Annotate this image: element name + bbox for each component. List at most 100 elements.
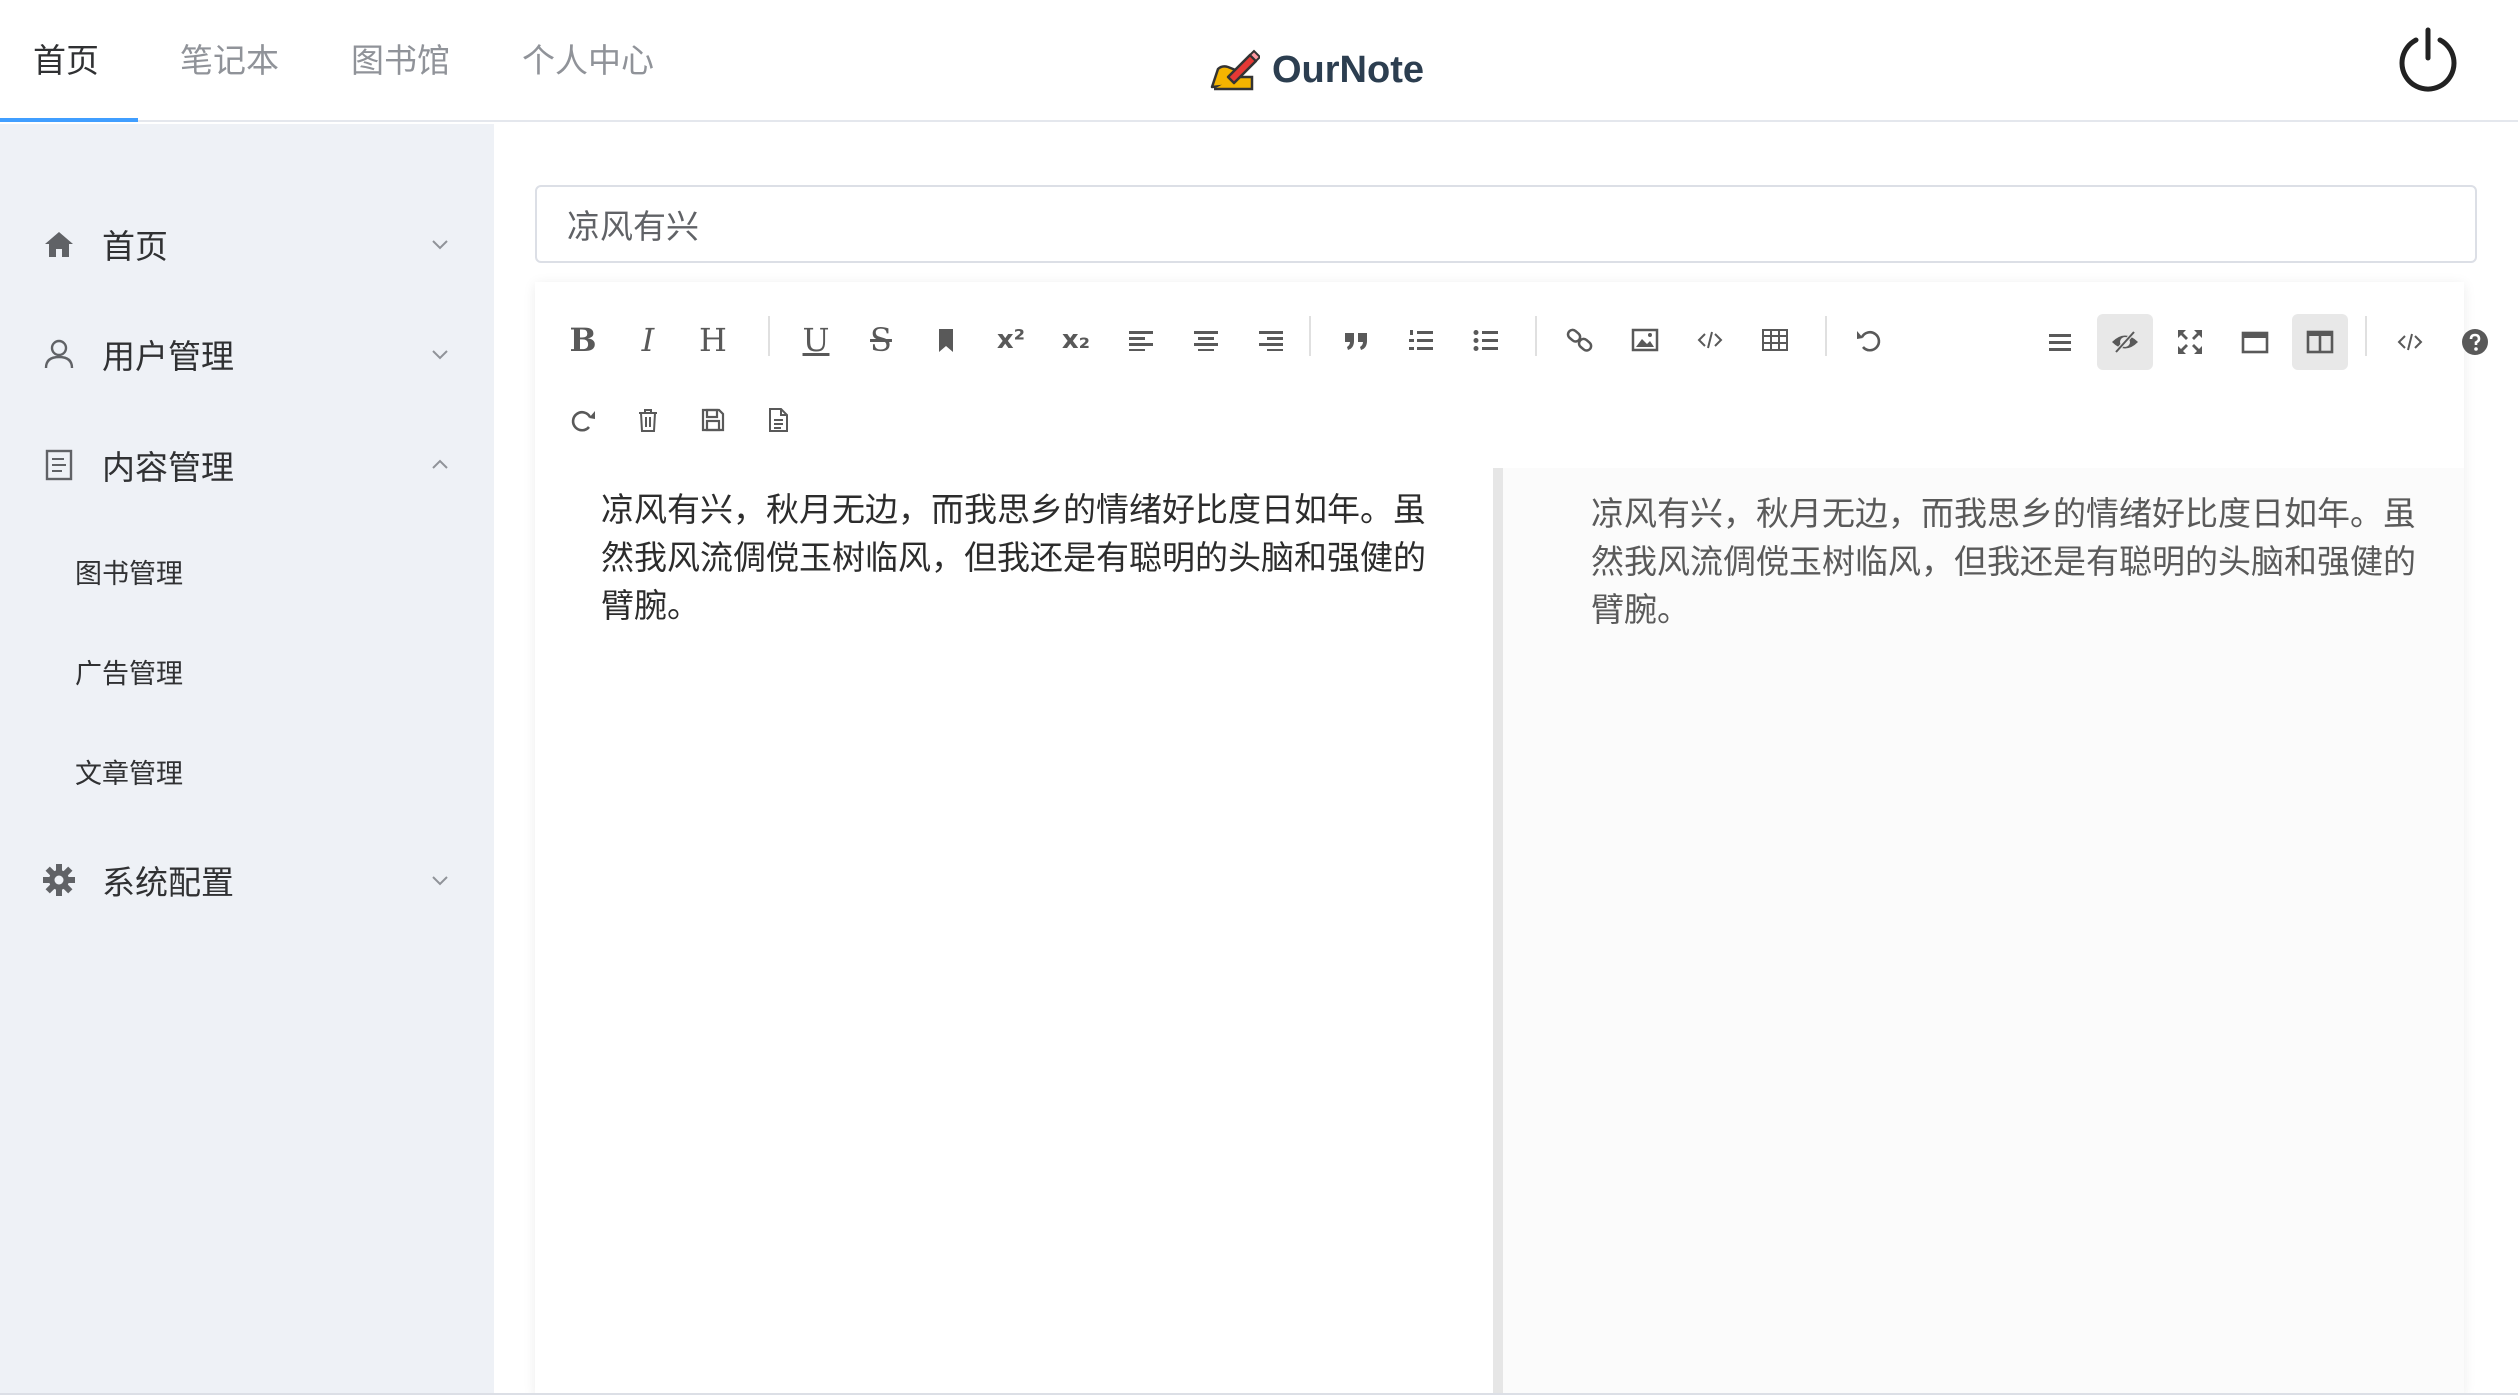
code-button[interactable] bbox=[1682, 312, 1738, 368]
html-code-button[interactable] bbox=[2382, 314, 2438, 370]
menu-icon bbox=[2049, 334, 2071, 351]
gear-icon bbox=[43, 864, 75, 896]
save-button[interactable] bbox=[685, 392, 741, 448]
sidebar-item-users[interactable]: 用户管理 bbox=[0, 304, 494, 404]
strikethrough-icon: S bbox=[870, 321, 892, 359]
sidebar-item-label: 系统配置 bbox=[102, 863, 234, 902]
image-icon bbox=[1631, 328, 1659, 352]
window-icon bbox=[2241, 331, 2269, 354]
power-button[interactable] bbox=[2392, 24, 2464, 96]
sidebar-item-content[interactable]: 内容管理 bbox=[0, 415, 494, 515]
home-icon bbox=[45, 232, 73, 257]
subscript-button[interactable]: x₂ bbox=[1048, 312, 1104, 368]
trash-icon bbox=[639, 409, 657, 432]
markdown-editor: B I H U S x² x₂ 凉风有兴，秋月无边，而我思乡的情绪好比度日如年。… bbox=[535, 282, 2488, 1395]
file-icon bbox=[769, 408, 788, 432]
sidebar-item-label: 首页 bbox=[102, 227, 168, 266]
sidebar-subitem-label: 广告管理 bbox=[75, 658, 183, 690]
top-header: 首页 笔记本 图书馆 个人中心 OurNote bbox=[0, 0, 2518, 122]
toolbar-divider bbox=[1535, 316, 1537, 356]
document-icon bbox=[45, 449, 73, 481]
note-pen-icon bbox=[1210, 49, 1260, 91]
superscript-button[interactable]: x² bbox=[983, 312, 1039, 368]
pane-divider[interactable] bbox=[1493, 468, 1503, 1395]
header-icon: H bbox=[699, 321, 727, 359]
mark-button[interactable] bbox=[918, 312, 974, 368]
chevron-down-icon bbox=[432, 240, 448, 250]
link-icon bbox=[1566, 328, 1593, 352]
toolbar-divider bbox=[1825, 316, 1827, 356]
window-button[interactable] bbox=[2227, 314, 2283, 370]
italic-button[interactable]: I bbox=[620, 312, 676, 368]
toolbar-divider bbox=[768, 316, 770, 356]
quote-icon bbox=[1345, 333, 1367, 350]
redo-icon bbox=[571, 410, 595, 432]
tab-notebook[interactable]: 笔记本 bbox=[138, 0, 315, 120]
table-icon bbox=[1762, 329, 1788, 351]
sidebar-item-label: 用户管理 bbox=[102, 337, 234, 376]
align-center-button[interactable] bbox=[1178, 312, 1234, 368]
split-view-button[interactable] bbox=[2292, 314, 2348, 370]
sidebar-subitem-label: 图书管理 bbox=[75, 558, 183, 590]
align-left-icon bbox=[1129, 331, 1153, 351]
code-icon bbox=[2397, 333, 2423, 351]
underline-icon: U bbox=[802, 321, 830, 359]
top-nav: 首页 笔记本 图书馆 个人中心 bbox=[0, 0, 690, 122]
brand-logo: OurNote bbox=[1208, 40, 1424, 100]
undo-button[interactable] bbox=[1841, 312, 1897, 368]
tab-profile[interactable]: 个人中心 bbox=[486, 0, 690, 120]
bold-button[interactable]: B bbox=[555, 312, 611, 368]
sidebar: 首页 用户管理 内容管理 图书管理 广告管理 文章管理 系统配置 bbox=[0, 124, 494, 1395]
align-center-icon bbox=[1194, 331, 1218, 351]
sidebar-subitem-articles[interactable]: 文章管理 bbox=[0, 726, 494, 816]
editor-toolbar: B I H U S x² x₂ bbox=[535, 282, 2488, 462]
main-content: B I H U S x² x₂ bbox=[494, 124, 2518, 1395]
document-button[interactable] bbox=[750, 392, 806, 448]
power-icon bbox=[2399, 27, 2457, 92]
bookmark-icon bbox=[939, 329, 953, 352]
italic-icon: I bbox=[641, 321, 655, 359]
redo-button[interactable] bbox=[555, 392, 611, 448]
image-button[interactable] bbox=[1617, 312, 1673, 368]
trash-button[interactable] bbox=[620, 392, 676, 448]
undo-icon bbox=[1857, 330, 1881, 352]
tab-library[interactable]: 图书馆 bbox=[315, 0, 486, 120]
chevron-down-icon bbox=[432, 350, 448, 360]
editor-content[interactable]: 凉风有兴，秋月无边，而我思乡的情绪好比度日如年。虽然我风流倜傥玉树临风，但我还是… bbox=[601, 486, 1451, 630]
sidebar-item-home[interactable]: 首页 bbox=[0, 194, 494, 294]
columns-icon bbox=[2306, 330, 2334, 354]
chevron-down-icon bbox=[432, 876, 448, 886]
unordered-list-icon bbox=[1473, 330, 1498, 351]
chevron-up-icon bbox=[432, 459, 448, 469]
unordered-list-button[interactable] bbox=[1458, 312, 1514, 368]
preview-content: 凉风有兴，秋月无边，而我思乡的情绪好比度日如年。虽然我风流倜傥玉树临风，但我还是… bbox=[1591, 494, 2416, 629]
sidebar-item-settings[interactable]: 系统配置 bbox=[0, 830, 494, 930]
help-icon bbox=[2462, 329, 2488, 355]
code-icon bbox=[1697, 331, 1723, 349]
fullscreen-button[interactable] bbox=[2162, 314, 2218, 370]
table-button[interactable] bbox=[1747, 312, 1803, 368]
preview-pane: 凉风有兴，秋月无边，而我思乡的情绪好比度日如年。虽然我风流倜傥玉树临风，但我还是… bbox=[1503, 468, 2464, 1395]
align-left-button[interactable] bbox=[1113, 312, 1169, 368]
quote-button[interactable] bbox=[1328, 312, 1384, 368]
underline-button[interactable]: U bbox=[788, 312, 844, 368]
link-button[interactable] bbox=[1552, 312, 1608, 368]
header-button[interactable]: H bbox=[685, 312, 741, 368]
toggle-preview-button[interactable] bbox=[2097, 314, 2153, 370]
sidebar-item-label: 内容管理 bbox=[102, 448, 234, 487]
toolbar-divider bbox=[1309, 316, 1311, 356]
ordered-list-icon bbox=[1409, 330, 1433, 350]
sidebar-subitem-ads[interactable]: 广告管理 bbox=[0, 626, 494, 716]
expand-icon bbox=[2178, 330, 2202, 354]
ordered-list-button[interactable] bbox=[1393, 312, 1449, 368]
save-icon bbox=[701, 408, 725, 432]
note-title-input[interactable] bbox=[535, 185, 2477, 263]
strikethrough-button[interactable]: S bbox=[853, 312, 909, 368]
help-button[interactable] bbox=[2447, 314, 2503, 370]
tab-home[interactable]: 首页 bbox=[0, 0, 138, 122]
navigation-button[interactable] bbox=[2032, 314, 2088, 370]
sidebar-subitem-books[interactable]: 图书管理 bbox=[0, 526, 494, 616]
eye-slash-icon bbox=[2112, 330, 2138, 354]
editor-input-pane[interactable]: 凉风有兴，秋月无边，而我思乡的情绪好比度日如年。虽然我风流倜傥玉树临风，但我还是… bbox=[535, 468, 1493, 1395]
align-right-button[interactable] bbox=[1243, 312, 1299, 368]
